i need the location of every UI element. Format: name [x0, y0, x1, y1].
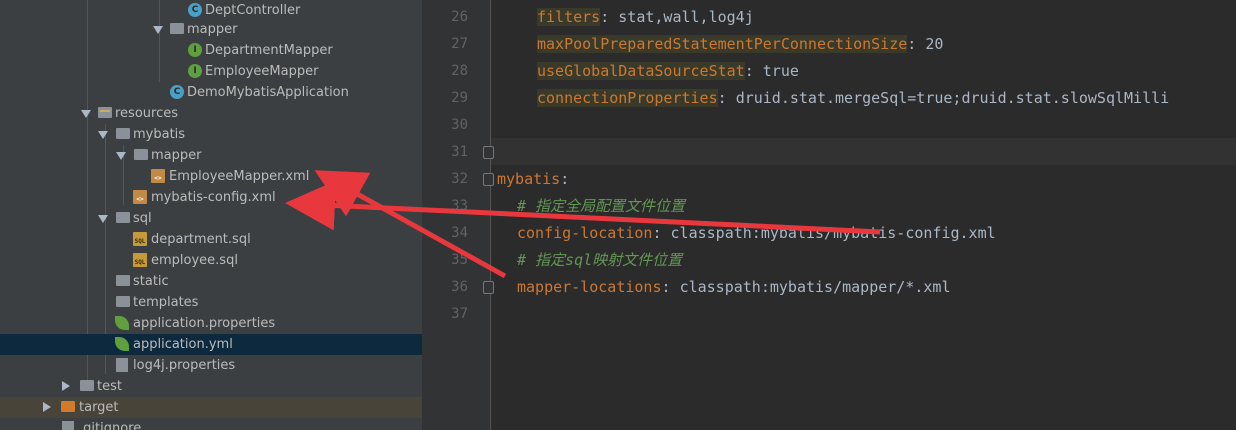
arrow-to-employeemapper-xml — [314, 170, 507, 279]
annotation-arrows — [285, 170, 881, 279]
arrow-to-mybatis-config-xml — [285, 180, 881, 235]
